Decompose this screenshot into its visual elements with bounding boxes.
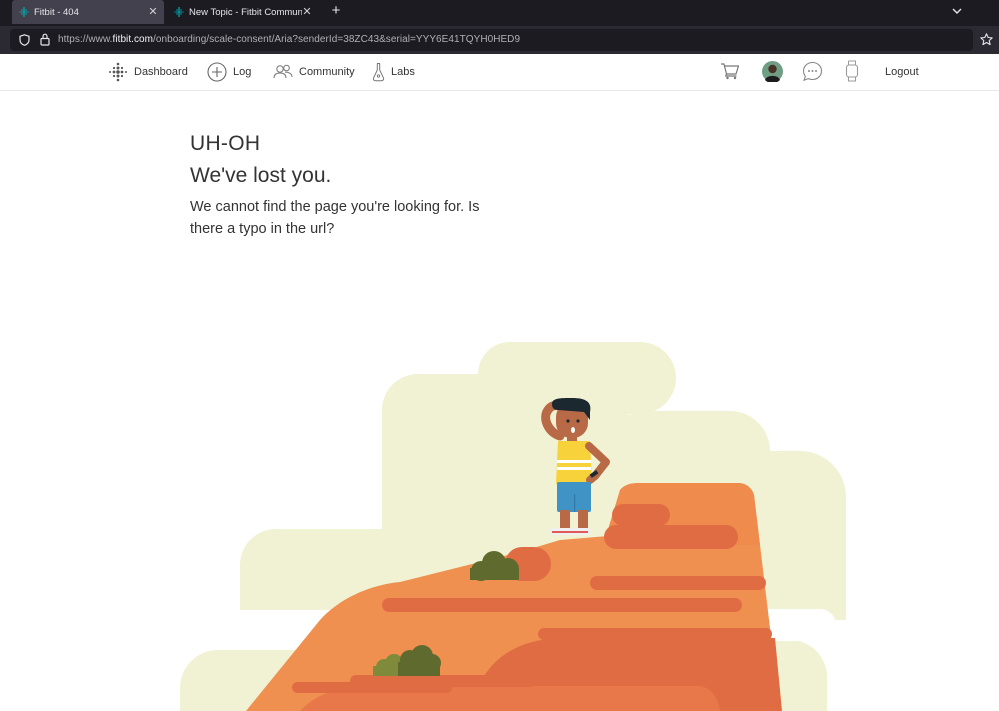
- lost-hiker-illustration: [180, 342, 846, 711]
- flask-icon: [372, 63, 385, 82]
- close-tab-icon[interactable]: ✕: [302, 7, 312, 18]
- url-path: /onboarding/scale-consent/Aria?senderId=…: [153, 34, 521, 45]
- chevron-down-icon[interactable]: [951, 5, 963, 17]
- shield-icon[interactable]: [19, 34, 30, 46]
- nav-label: Community: [299, 66, 355, 78]
- close-tab-icon[interactable]: ✕: [148, 7, 158, 18]
- address-bar[interactable]: https://www.fitbit.com/onboarding/scale-…: [10, 29, 973, 51]
- lock-icon[interactable]: [40, 33, 50, 46]
- avatar[interactable]: [762, 61, 783, 82]
- nav-labs[interactable]: Labs: [372, 54, 415, 90]
- error-subtitle: We've lost you.: [190, 164, 332, 187]
- tab-title: Fitbit - 404: [34, 6, 79, 18]
- people-icon: [273, 64, 293, 79]
- url-text: https://www.fitbit.com/onboarding/scale-…: [58, 34, 520, 45]
- nav-dashboard[interactable]: Dashboard: [108, 54, 188, 90]
- browser-toolbar: https://www.fitbit.com/onboarding/scale-…: [0, 26, 999, 54]
- bookmark-star-icon[interactable]: [980, 33, 993, 46]
- chat-bubble-icon[interactable]: [802, 61, 823, 82]
- dashboard-dots-icon: [109, 62, 127, 82]
- nav-label: Labs: [391, 66, 415, 78]
- browser-tab-bar: Fitbit - 404 ✕ New Topic - Fitbit Commun…: [0, 0, 999, 26]
- fitbit-icon: [19, 7, 29, 17]
- watch-icon[interactable]: [845, 60, 859, 82]
- tab-title: New Topic - Fitbit Community: [189, 6, 302, 18]
- browser-tab-active[interactable]: Fitbit - 404 ✕: [12, 0, 164, 24]
- logout-link[interactable]: Logout: [885, 54, 919, 90]
- nav-label: Log: [233, 66, 252, 78]
- nav-label: Dashboard: [134, 66, 188, 78]
- site-nav: Dashboard Log Community Labs Logout: [0, 54, 999, 91]
- nav-log[interactable]: Log: [207, 54, 251, 90]
- error-message: We cannot find the page you're looking f…: [190, 199, 480, 237]
- new-tab-button[interactable]: +: [328, 3, 344, 19]
- browser-tab[interactable]: New Topic - Fitbit Community ✕: [168, 0, 318, 24]
- url-domain: fitbit.com: [112, 34, 154, 45]
- plus-circle-icon: [207, 62, 227, 82]
- logout-label: Logout: [885, 66, 919, 78]
- fitbit-icon: [174, 7, 184, 17]
- url-prefix: https://www.: [58, 34, 113, 45]
- cart-icon[interactable]: [720, 62, 740, 80]
- error-title: UH-OH: [190, 132, 261, 155]
- nav-community[interactable]: Community: [273, 54, 355, 90]
